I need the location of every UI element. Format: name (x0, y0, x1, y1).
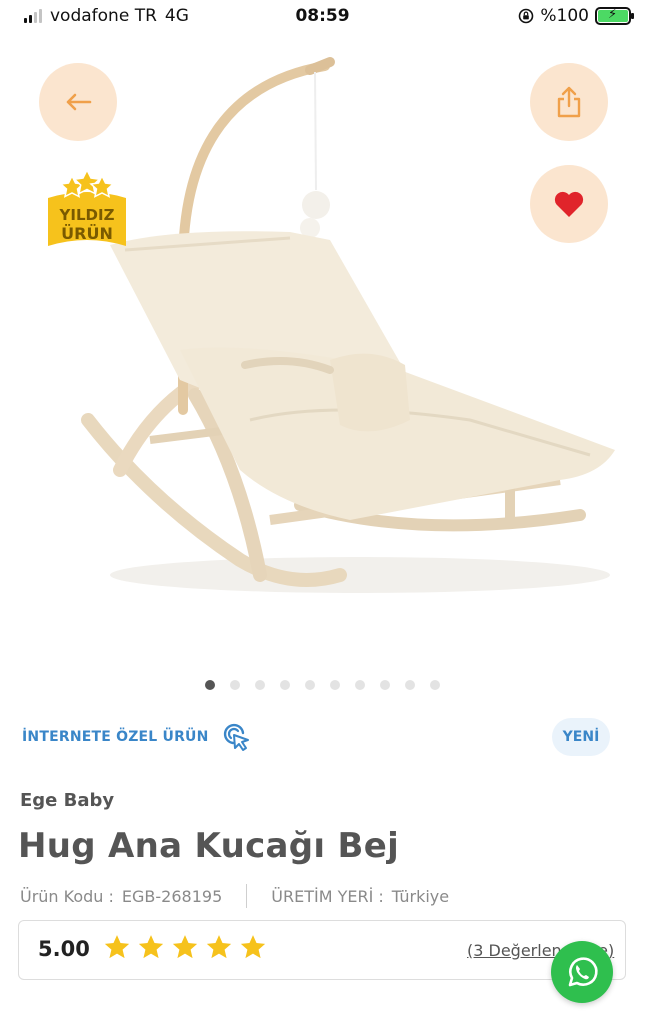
star-icon (104, 935, 130, 959)
heart-icon (554, 191, 584, 217)
online-exclusive-label: İNTERNETE ÖZEL ÜRÜN (22, 729, 209, 745)
star-icon (206, 935, 232, 959)
carousel-dot[interactable] (305, 680, 315, 690)
product-code-label: Ürün Kodu : (20, 886, 114, 906)
whatsapp-icon (568, 957, 598, 987)
origin-value: Türkiye (391, 886, 450, 906)
origin-label: ÜRETİM YERİ : (271, 886, 384, 906)
star-product-badge: YILDIZ ÜRÜN (44, 168, 130, 258)
battery-percent: %100 (540, 6, 589, 26)
product-code-value: EGB-268195 (121, 886, 223, 906)
rating-stars (103, 933, 267, 961)
arrow-left-icon (66, 93, 92, 111)
new-badge: YENİ (552, 718, 610, 756)
product-brand[interactable]: Ege Baby (20, 790, 114, 811)
favorite-button[interactable] (530, 165, 608, 243)
status-bar: vodafone TR 4G 08:59 %100 ⚡ (0, 0, 645, 34)
carousel-pager[interactable] (0, 680, 645, 690)
star-icon (240, 935, 266, 959)
share-icon (557, 86, 581, 118)
status-right: %100 ⚡ (518, 6, 634, 26)
rating-value: 5.00 (38, 937, 90, 961)
battery-icon: ⚡ (595, 7, 634, 25)
whatsapp-button[interactable] (551, 941, 613, 1003)
badge-line1: YILDIZ (59, 206, 115, 224)
product-image-carousel[interactable]: YILDIZ ÜRÜN (0, 34, 645, 670)
share-button[interactable] (530, 63, 608, 141)
product-meta: Ürün Kodu : EGB-268195 ÜRETİM YERİ : Tür… (20, 884, 449, 908)
carousel-dot[interactable] (380, 680, 390, 690)
carousel-dot[interactable] (330, 680, 340, 690)
carousel-dot[interactable] (255, 680, 265, 690)
rating-box[interactable]: 5.00 (3 Değerlendirme) (18, 920, 626, 980)
online-exclusive-row: İNTERNETE ÖZEL ÜRÜN (22, 722, 251, 752)
product-title: Hug Ana Kucağı Bej (18, 826, 400, 866)
carousel-dot[interactable] (430, 680, 440, 690)
meta-divider (246, 884, 248, 908)
star-icon (172, 935, 198, 959)
back-button[interactable] (39, 63, 117, 141)
carousel-dot[interactable] (280, 680, 290, 690)
badge-stars-icon: YILDIZ ÜRÜN (48, 168, 126, 246)
badge-line2: ÜRÜN (61, 224, 113, 243)
cursor-click-icon (223, 723, 249, 751)
carousel-dot[interactable] (230, 680, 240, 690)
star-icon (138, 935, 164, 959)
carousel-dot[interactable] (205, 680, 215, 690)
carousel-dot[interactable] (405, 680, 415, 690)
orientation-lock-icon (519, 8, 534, 24)
carousel-dot[interactable] (355, 680, 365, 690)
